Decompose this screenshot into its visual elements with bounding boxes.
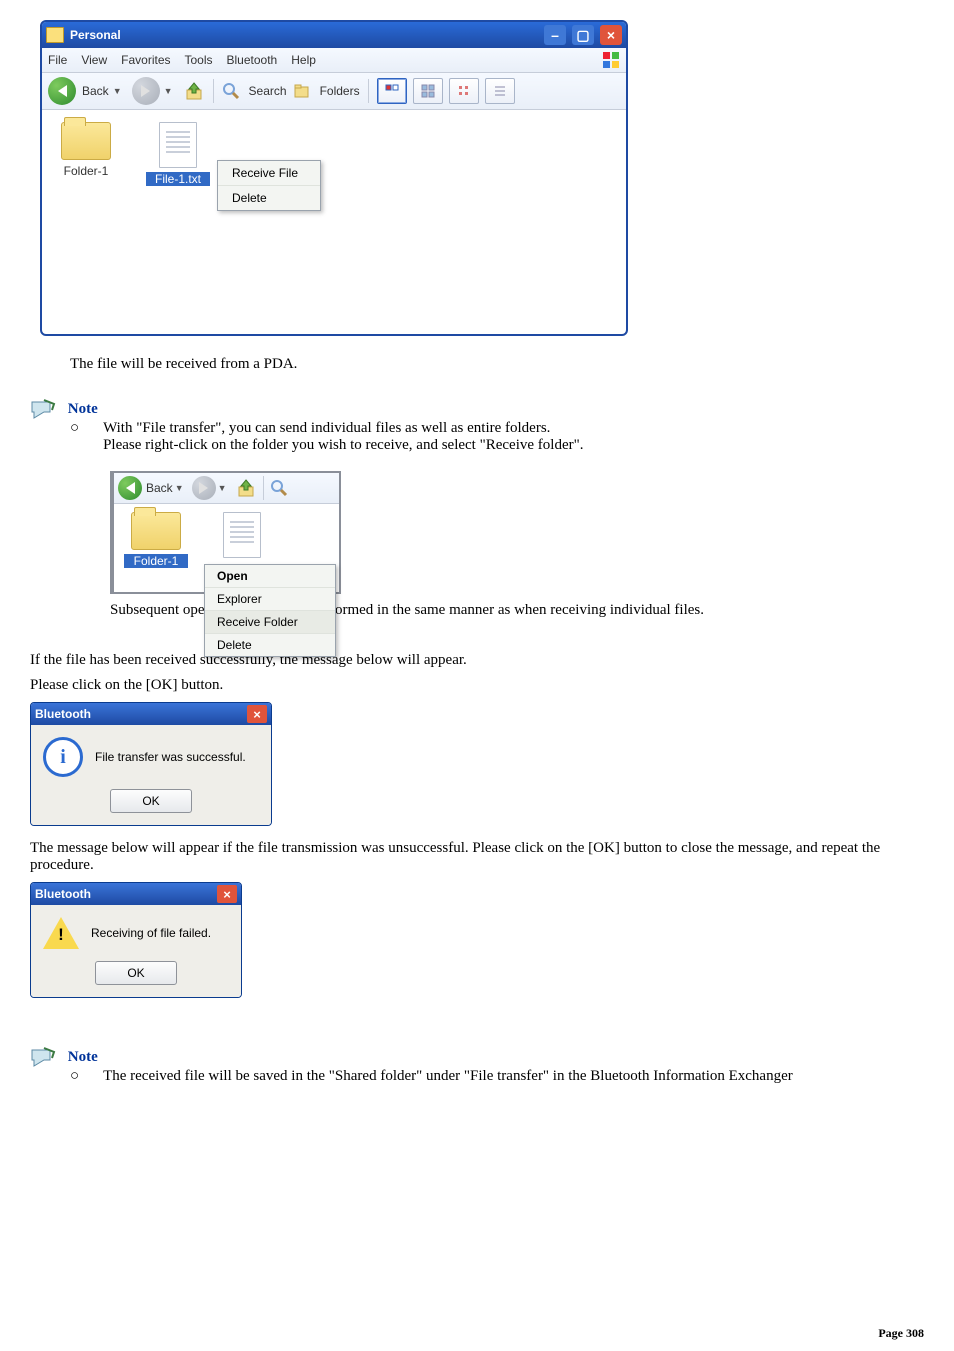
folder-label: Folder-1 bbox=[124, 554, 188, 568]
folder-item[interactable]: Folder-1 bbox=[54, 122, 118, 178]
explorer-content[interactable]: Folder-1 File-1.txt Receive File Delete bbox=[42, 110, 626, 334]
window-titlebar: Personal – ▢ × bbox=[42, 22, 626, 48]
note-text-1b: Please right-click on the folder you wis… bbox=[103, 437, 583, 454]
menu-help[interactable]: Help bbox=[291, 53, 316, 67]
context-menu: Receive File Delete bbox=[217, 160, 321, 211]
menu-explorer[interactable]: Explorer bbox=[205, 588, 335, 611]
forward-button[interactable] bbox=[192, 476, 216, 500]
bullet-icon: ○ bbox=[70, 420, 79, 454]
search-button[interactable]: Search bbox=[249, 84, 287, 98]
forward-dropdown-icon[interactable]: ▼ bbox=[218, 483, 227, 493]
window-title: Personal bbox=[70, 28, 538, 42]
body-text: If the file has been received successful… bbox=[30, 652, 924, 669]
search-icon bbox=[222, 82, 240, 100]
view-icons-button[interactable] bbox=[449, 78, 479, 104]
dialog-message: Receiving of file failed. bbox=[91, 926, 211, 940]
info-icon: i bbox=[43, 737, 83, 777]
menu-delete[interactable]: Delete bbox=[218, 186, 320, 210]
page-number: Page 308 bbox=[878, 1326, 924, 1341]
menu-open[interactable]: Open bbox=[205, 565, 335, 588]
folder-icon bbox=[131, 512, 181, 550]
dialog-title: Bluetooth bbox=[35, 707, 91, 721]
note-block: Note bbox=[30, 1046, 924, 1068]
forward-dropdown-icon[interactable]: ▼ bbox=[164, 86, 173, 96]
up-button[interactable] bbox=[235, 477, 257, 499]
note-bullet: ○ The received file will be saved in the… bbox=[70, 1068, 924, 1085]
file-label: File-1.txt bbox=[146, 172, 210, 186]
note-heading: Note bbox=[68, 1049, 98, 1066]
note-heading: Note bbox=[68, 401, 98, 418]
back-dropdown-icon[interactable]: ▼ bbox=[175, 483, 184, 493]
note-block: Note bbox=[30, 398, 924, 420]
back-label[interactable]: Back bbox=[82, 84, 109, 98]
dialog-message: File transfer was successful. bbox=[95, 750, 246, 764]
view-list-button[interactable] bbox=[485, 78, 515, 104]
back-dropdown-icon[interactable]: ▼ bbox=[113, 86, 122, 96]
close-button[interactable]: × bbox=[217, 885, 237, 903]
menu-delete[interactable]: Delete bbox=[205, 634, 335, 656]
mini-content[interactable]: Folder-1 File-1.txt Open Explorer Receiv… bbox=[114, 504, 339, 592]
back-label[interactable]: Back bbox=[146, 481, 173, 495]
dialog-title: Bluetooth bbox=[35, 887, 91, 901]
menu-bluetooth[interactable]: Bluetooth bbox=[227, 53, 278, 67]
menu-file[interactable]: File bbox=[48, 53, 67, 67]
folder-icon bbox=[61, 122, 111, 160]
windows-logo-icon bbox=[602, 51, 620, 69]
search-icon bbox=[270, 479, 288, 497]
folder-icon bbox=[46, 27, 64, 43]
file-icon bbox=[223, 512, 261, 558]
back-button[interactable] bbox=[118, 476, 142, 500]
menu-receive-folder[interactable]: Receive Folder bbox=[205, 611, 335, 634]
forward-button[interactable] bbox=[132, 77, 160, 105]
ok-label: OK bbox=[127, 966, 144, 980]
close-button[interactable]: × bbox=[600, 25, 622, 45]
warning-icon: ! bbox=[43, 917, 79, 949]
menu-tools[interactable]: Tools bbox=[185, 53, 213, 67]
note-text-2: The received file will be saved in the "… bbox=[103, 1068, 793, 1085]
view-tiles-button[interactable] bbox=[413, 78, 443, 104]
close-button[interactable]: × bbox=[247, 705, 267, 723]
folders-icon bbox=[293, 82, 311, 100]
menu-favorites[interactable]: Favorites bbox=[121, 53, 170, 67]
note-icon bbox=[30, 1046, 56, 1068]
dialog-fail: Bluetooth × ! Receiving of file failed. … bbox=[30, 882, 242, 998]
body-text: The file will be received from a PDA. bbox=[70, 356, 924, 373]
body-text: Please click on the [OK] button. bbox=[30, 677, 924, 694]
toolbar: Back ▼ ▼ Search Folders bbox=[42, 73, 626, 110]
file-icon bbox=[159, 122, 197, 168]
ok-label: OK bbox=[142, 794, 159, 808]
menu-bar: File View Favorites Tools Bluetooth Help bbox=[42, 48, 626, 73]
minimize-button[interactable]: – bbox=[544, 25, 566, 45]
dialog-titlebar: Bluetooth × bbox=[31, 883, 241, 905]
note-icon bbox=[30, 398, 56, 420]
mini-toolbar: Back ▼ ▼ bbox=[114, 473, 339, 504]
folder-item[interactable]: Folder-1 bbox=[124, 512, 188, 568]
folder-label: Folder-1 bbox=[54, 164, 118, 178]
dialog-success: Bluetooth × i File transfer was successf… bbox=[30, 702, 272, 826]
file-item[interactable]: File-1.txt bbox=[146, 122, 210, 186]
dialog-titlebar: Bluetooth × bbox=[31, 703, 271, 725]
body-text: The message below will appear if the fil… bbox=[30, 840, 924, 874]
folders-button[interactable]: Folders bbox=[320, 84, 360, 98]
note-text-1a: With "File transfer", you can send indiv… bbox=[103, 420, 583, 437]
back-button[interactable] bbox=[48, 77, 76, 105]
explorer-window: Personal – ▢ × File View Favorites Tools… bbox=[40, 20, 628, 336]
bullet-icon: ○ bbox=[70, 1068, 79, 1085]
context-menu: Open Explorer Receive Folder Delete bbox=[204, 564, 336, 657]
menu-receive-file[interactable]: Receive File bbox=[218, 161, 320, 186]
menu-view[interactable]: View bbox=[81, 53, 107, 67]
up-button[interactable] bbox=[183, 80, 205, 102]
view-thumbnails-button[interactable] bbox=[377, 78, 407, 104]
mini-explorer: Back ▼ ▼ Folder-1 File-1.txt Open Explor… bbox=[110, 471, 341, 594]
maximize-button[interactable]: ▢ bbox=[572, 25, 594, 45]
ok-button[interactable]: OK bbox=[110, 789, 192, 813]
ok-button[interactable]: OK bbox=[95, 961, 177, 985]
note-bullet: ○ With "File transfer", you can send ind… bbox=[70, 420, 924, 454]
